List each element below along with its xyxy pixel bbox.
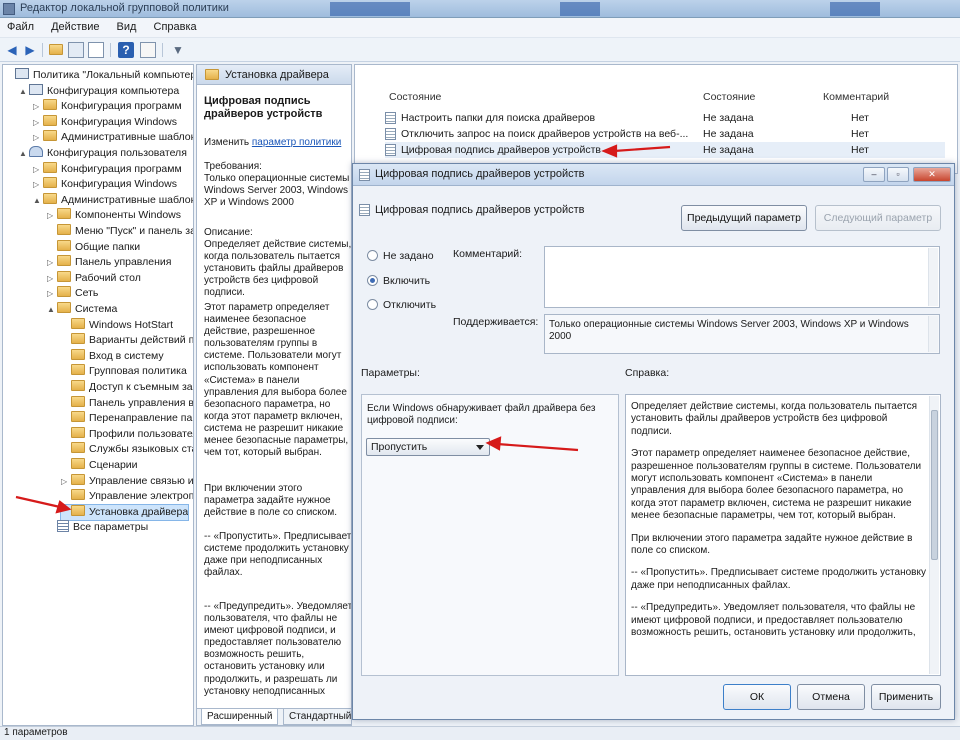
status-text: 1 параметров (4, 727, 68, 738)
status-bar: 1 параметров (0, 726, 960, 740)
arrow-head-icon (601, 144, 618, 158)
arrow-head-icon (485, 436, 502, 451)
annotation-arrow (496, 442, 579, 452)
annotation-arrow (15, 495, 61, 509)
annotation-arrows (15, 144, 671, 514)
arrow-head-icon (55, 500, 72, 514)
annotation-arrow (613, 145, 671, 153)
